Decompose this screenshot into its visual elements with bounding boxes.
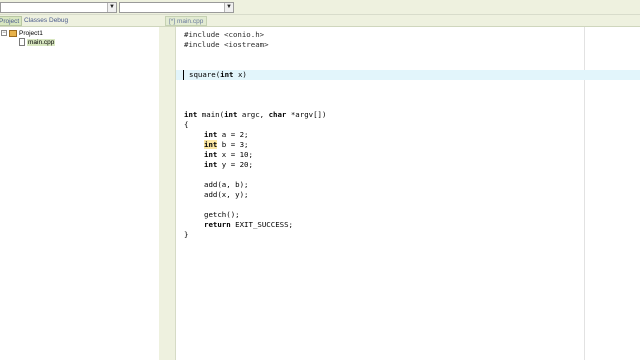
code-line-21: return EXIT_SUCCESS;	[204, 220, 293, 230]
code-text: EXIT_SUCCESS;	[230, 220, 293, 229]
code-line-18: add(x, y);	[204, 190, 249, 199]
code-line-14: int x = 10;	[204, 150, 253, 160]
keyword: int	[204, 160, 218, 169]
code-text: *argv[])	[286, 110, 327, 119]
tree-item-main-cpp[interactable]: main.cpp	[19, 38, 56, 47]
code-text: argc,	[237, 110, 269, 119]
tab-main-cpp[interactable]: [*] main.cpp	[165, 16, 208, 26]
keyword-highlighted: int	[204, 140, 218, 149]
code-line-13: int b = 3;	[204, 140, 249, 150]
keyword: int	[220, 70, 234, 79]
project-label: Project1	[19, 30, 43, 37]
code-text: x = 10;	[217, 150, 253, 159]
code-line-15: int y = 20;	[204, 160, 253, 170]
code-text: square(	[189, 70, 221, 79]
code-line-20: getch();	[204, 210, 240, 219]
code-line-12: int a = 2;	[204, 130, 249, 140]
collapse-icon[interactable]: −	[1, 30, 7, 37]
file-icon	[19, 38, 25, 47]
tree-item-project[interactable]: − Project1	[1, 29, 43, 38]
code-line-2: #include <iostream>	[184, 40, 269, 49]
member-combo[interactable]: ▼	[119, 2, 234, 13]
code-line-1: #include <conio.h>	[184, 30, 265, 39]
code-line-17: add(a, b);	[204, 180, 249, 189]
keyword: int	[204, 130, 218, 139]
keyword: int	[224, 110, 238, 119]
keyword: int	[184, 110, 198, 119]
tab-debug[interactable]: Debug	[47, 16, 70, 26]
project-tree-panel: − Project1 main.cpp	[0, 27, 159, 360]
file-label: main.cpp	[27, 39, 56, 46]
tab-classes[interactable]: Classes	[22, 16, 49, 26]
class-combo[interactable]: ▼	[0, 2, 117, 13]
keyword: char	[268, 110, 287, 119]
code-line-10: {	[184, 120, 189, 129]
code-text: b = 3;	[217, 140, 249, 149]
chevron-down-icon[interactable]: ▼	[107, 3, 116, 12]
keyword: int	[204, 150, 218, 159]
toolbar: ▼ ▼	[0, 0, 640, 15]
editor-gutter	[165, 27, 176, 360]
code-text: main(	[197, 110, 225, 119]
tab-bar: Project Classes Debug [*] main.cpp	[0, 15, 640, 27]
tab-project[interactable]: Project	[0, 16, 23, 26]
code-line-5: square(int x)	[189, 70, 247, 80]
code-text: x)	[233, 70, 247, 79]
code-line-22: }	[184, 230, 189, 239]
code-line-9: int main(int argc, char *argv[])	[184, 110, 326, 120]
project-folder-icon	[9, 29, 17, 37]
text-caret	[183, 70, 184, 80]
code-text: y = 20;	[217, 160, 253, 169]
chevron-down-icon[interactable]: ▼	[224, 3, 233, 12]
keyword: return	[204, 220, 231, 229]
code-text: a = 2;	[217, 130, 249, 139]
